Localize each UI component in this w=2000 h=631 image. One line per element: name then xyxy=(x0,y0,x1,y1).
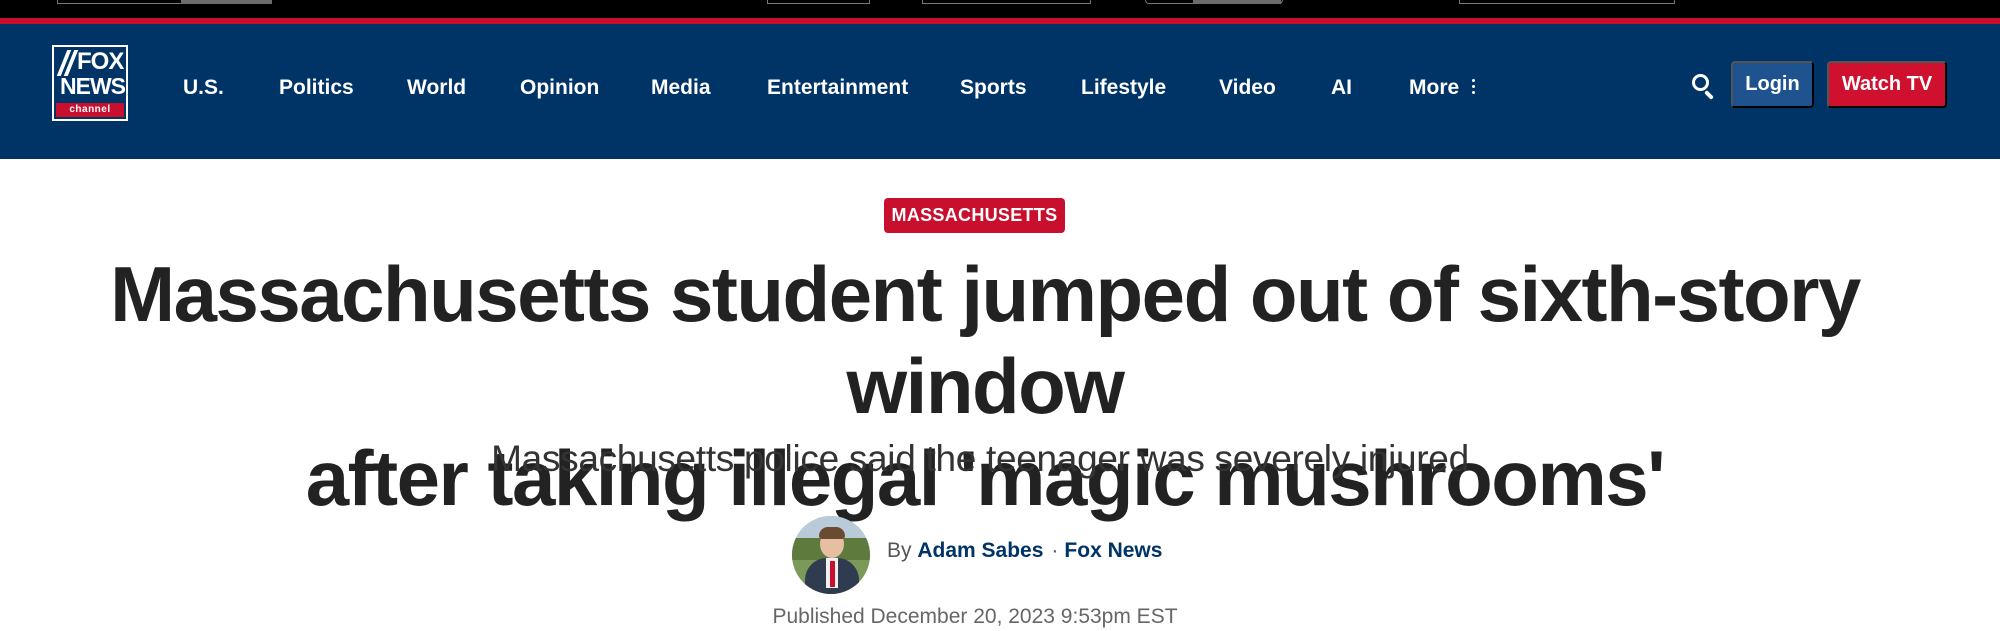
watch-tv-button[interactable]: Watch TV xyxy=(1827,61,1947,108)
nav-item-us[interactable]: U.S. xyxy=(183,76,224,100)
ticker-segment xyxy=(767,0,870,4)
author-link[interactable]: Adam Sabes xyxy=(917,539,1043,562)
article-subheadline: Massachusetts police said the teenager w… xyxy=(491,438,1469,479)
byline: By Adam Sabes · Fox News xyxy=(887,539,1162,563)
author-avatar[interactable] xyxy=(792,516,870,594)
logo-text-fox: FOX xyxy=(77,48,124,75)
nav-item-sports[interactable]: Sports xyxy=(960,76,1027,100)
nav-item-politics[interactable]: Politics xyxy=(279,76,354,100)
byline-prefix: By xyxy=(887,539,912,562)
headline-line-1: Massachusetts student jumped out of sixt… xyxy=(110,250,1861,430)
category-tag[interactable]: MASSACHUSETTS xyxy=(884,198,1065,233)
more-kebab-icon[interactable] xyxy=(1472,79,1476,97)
nav-item-more[interactable]: More xyxy=(1409,76,1459,100)
fox-news-logo[interactable]: FOX NEWS channel xyxy=(52,45,128,121)
search-icon[interactable] xyxy=(1690,72,1718,102)
site-header: FOX NEWS channel U.S. Politics World Opi… xyxy=(0,24,2000,159)
nav-item-lifestyle[interactable]: Lifestyle xyxy=(1081,76,1166,100)
nav-item-opinion[interactable]: Opinion xyxy=(520,76,599,100)
nav-item-entertainment[interactable]: Entertainment xyxy=(767,76,908,100)
nav-item-media[interactable]: Media xyxy=(651,76,711,100)
published-timestamp: Published December 20, 2023 9:53pm EST xyxy=(772,605,1178,628)
nav-item-ai[interactable]: AI xyxy=(1331,76,1352,100)
nav-item-video[interactable]: Video xyxy=(1219,76,1276,100)
ticker-segment-fill xyxy=(1193,0,1281,4)
nav-item-world[interactable]: World xyxy=(407,76,466,100)
article-headline: Massachusetts student jumped out of sixt… xyxy=(0,248,1970,524)
source-link[interactable]: Fox News xyxy=(1064,539,1162,562)
login-button[interactable]: Login xyxy=(1731,61,1814,108)
ticker-segment xyxy=(922,0,1091,4)
top-ticker-strip xyxy=(0,0,2000,18)
byline-separator: · xyxy=(1051,539,1059,562)
logo-text-channel: channel xyxy=(56,103,124,117)
ticker-segment xyxy=(1459,0,1675,4)
ticker-segment-fill xyxy=(181,0,272,4)
logo-text-news: NEWS xyxy=(60,73,126,99)
